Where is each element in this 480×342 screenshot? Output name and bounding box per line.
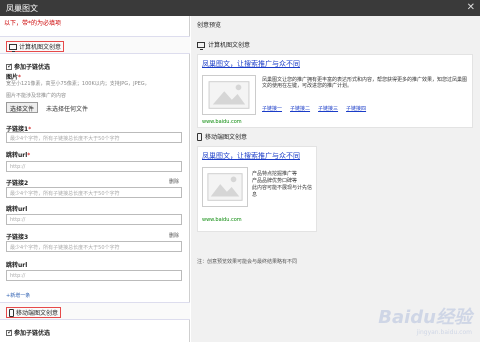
pc-preview-label: 计算机图文创意 — [208, 42, 251, 49]
preview-note: 注：创意预览效果可能会与最终结果略有不同 — [197, 259, 298, 265]
phone-icon — [9, 308, 14, 317]
image-placeholder-icon — [202, 167, 248, 207]
url3-label: 跳转url — [6, 262, 28, 269]
mobile-ad-card: 凤巢图文，让搜索推广与众不同 产品特点挖掘推广等 产品品牌优势口碑等 此内容可能… — [197, 146, 317, 232]
mobile-preview-label: 移动端图文创意 — [205, 134, 248, 141]
preview-title: 创意预览 — [197, 22, 222, 29]
mobile-optimize-checkbox[interactable]: 参加子链优选 — [6, 328, 50, 337]
image-placeholder-icon — [202, 75, 256, 115]
mobile-ad-url: www.baidu.com — [202, 217, 242, 223]
image-hint-2: 图片不能涉及非推广的内容 — [6, 93, 67, 99]
sublink-4[interactable]: 子链接四 — [346, 105, 366, 112]
url1-label: 跳转url* — [6, 152, 31, 159]
monitor-icon — [197, 41, 205, 50]
window-titlebar: 凤巢图文 ✕ — [0, 0, 480, 16]
add-sublink-link[interactable]: +新增一条 — [6, 292, 30, 299]
baidu-watermark: Baidu经验 jingyan.baidu.com — [378, 303, 472, 336]
mobile-line-2: 产品品牌优势口碑等 — [252, 178, 298, 184]
mobile-line-1: 产品特点挖掘推广等 — [252, 171, 298, 177]
url2-input[interactable]: http:// — [6, 214, 182, 225]
pc-section-label: 计算机图文创意 — [19, 44, 62, 51]
delete-sublink3-link[interactable]: 删除 — [169, 232, 179, 239]
pc-ad-title[interactable]: 凤巢图文，让搜索推广与众不同 — [202, 59, 300, 69]
mobile-section-title[interactable]: 移动端图文创意 — [6, 307, 62, 318]
monitor-icon — [9, 43, 17, 52]
url3-input[interactable]: http:// — [6, 270, 182, 281]
mobile-preview-header: 移动端图文创意 — [197, 132, 247, 141]
mobile-line-3: 此内容可能不展现与计先信息 — [252, 185, 313, 198]
sublink2-input[interactable]: 最少4个字符，所有子链接总长度不大于50个字符 — [6, 187, 182, 198]
watermark-text: Baidu经验 — [378, 307, 472, 328]
watermark-subtext: jingyan.baidu.com — [416, 329, 472, 336]
url1-input[interactable]: http:// — [6, 161, 182, 172]
mobile-optimize-label: 参加子链优选 — [14, 330, 51, 337]
sublink-3[interactable]: 子链接三 — [318, 105, 338, 112]
pc-ad-url: www.baidu.com — [202, 119, 242, 125]
window-title: 凤巢图文 — [6, 4, 38, 13]
required-note: 以下，带*的为必填项 — [4, 20, 62, 27]
checkbox-checked-icon[interactable] — [6, 62, 13, 70]
sublink3-label: 子链接3 — [6, 234, 29, 241]
sublink1-input[interactable]: 最少4个字符，所有子链接总长度不大于50个字符 — [6, 132, 182, 143]
mobile-section-label: 移动端图文创意 — [16, 310, 59, 317]
checkbox-checked-icon[interactable] — [6, 328, 13, 336]
preview-panel: 创意预览 计算机图文创意 凤巢图文，让搜索推广与众不同 凤巢图文让您的推广拥有更… — [191, 16, 480, 342]
image-label: 图片* — [6, 74, 22, 81]
mobile-section-header: 移动端图文创意 — [0, 302, 190, 320]
pc-optimize-label: 参加子链优选 — [14, 64, 51, 71]
sublink-1[interactable]: 子链接一 — [262, 105, 282, 112]
mobile-ad-title[interactable]: 凤巢图文，让搜索推广与众不同 — [202, 151, 314, 161]
sublink2-label: 子链接2 — [6, 180, 29, 187]
delete-sublink2-link[interactable]: 删除 — [169, 178, 179, 185]
file-status: 未选择任何文件 — [46, 106, 89, 113]
pc-sublinks: 子链接一 子链接二 子链接三 子链接四 — [262, 105, 366, 112]
pc-ad-card: 凤巢图文，让搜索推广与众不同 凤巢图文让您的推广拥有更丰富的表达形式和内容，帮您… — [197, 54, 473, 128]
edit-panel: 以下，带*的为必填项 计算机图文创意 参加子链优选 图片* 宽至小121像素，高… — [0, 16, 190, 342]
pc-section-title[interactable]: 计算机图文创意 — [6, 41, 65, 52]
pc-section-header: 计算机图文创意 — [0, 36, 190, 54]
sublink3-input[interactable]: 最少4个字符，所有子链接总长度不大于50个字符 — [6, 241, 182, 252]
pc-preview-header: 计算机图文创意 — [197, 40, 251, 50]
url2-label: 跳转url — [6, 206, 28, 213]
pc-optimize-checkbox[interactable]: 参加子链优选 — [6, 62, 50, 71]
image-hint-1: 宽至小121像素，高至小75像素；100K以内；支持JPG，JPEG， — [6, 81, 150, 87]
choose-file-button[interactable]: 选择文件 — [6, 102, 39, 113]
sublink-2[interactable]: 子链接二 — [290, 105, 310, 112]
mobile-ad-lines: 产品特点挖掘推广等 产品品牌优势口碑等 此内容可能不展现与计先信息 — [252, 171, 316, 199]
pc-ad-description: 凤巢图文让您的推广拥有更丰富的表达形式和内容，帮您获得更多的推广效果，知您过凤巢… — [262, 77, 468, 89]
close-icon[interactable]: ✕ — [467, 2, 475, 13]
phone-icon — [197, 132, 202, 141]
